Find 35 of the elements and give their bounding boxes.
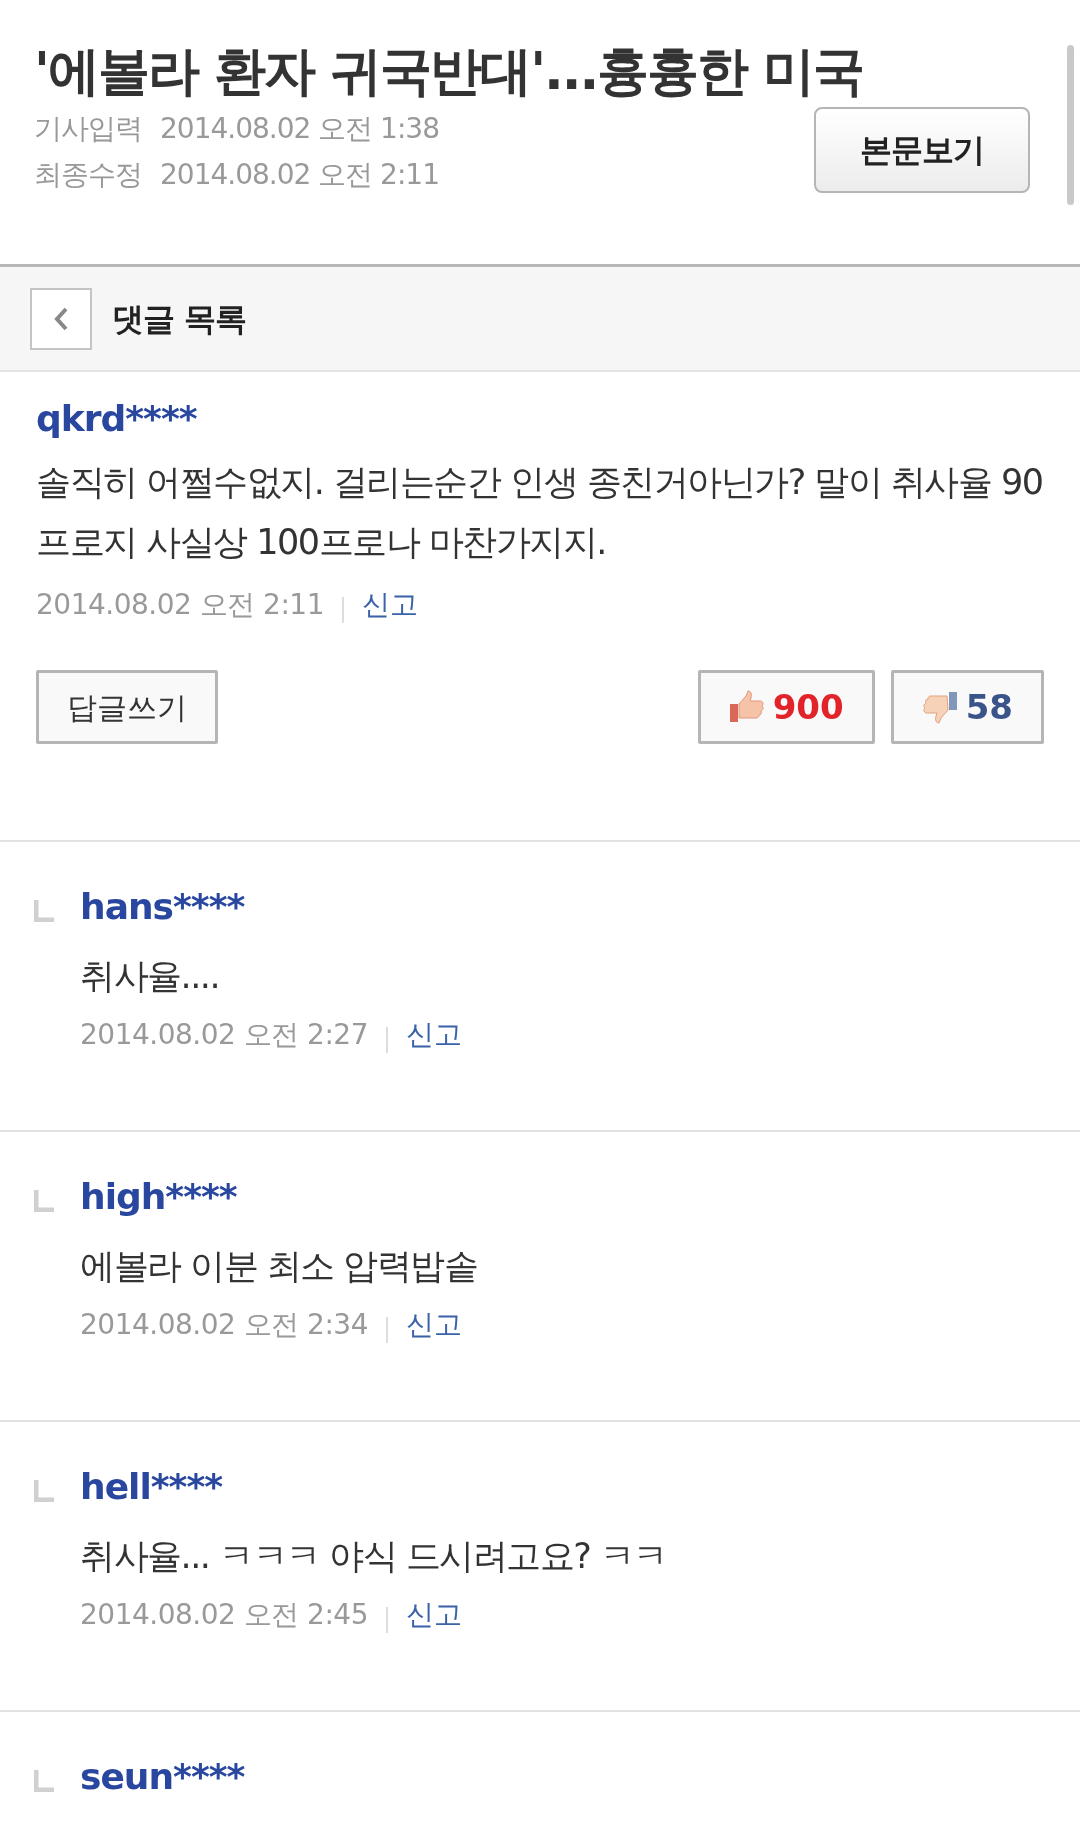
thumbs-down-icon [921,690,958,725]
comment-username: qkrd**** [36,397,198,441]
reply-indent-icon [34,1190,56,1212]
report-link[interactable]: 신고 [406,1308,462,1342]
chevron-left-icon [53,305,69,332]
reply-username: high**** [80,1175,238,1219]
reply-text: 취사율... ㅋㅋㅋ 야식 드시려고요? ㅋㅋ [80,1535,667,1579]
comment-date: 2014.08.02 오전 2:27 [80,1018,368,1052]
dislike-button[interactable]: 58 [890,670,1044,745]
reply-indent-icon [34,900,56,922]
meta-label: 최종수정 [34,158,142,192]
comment-date: 2014.08.02 오전 2:34 [80,1308,368,1342]
meta-date: 2014.08.02 오전 1:38 [160,112,439,146]
comment-date: 2014.08.02 오전 2:11 [36,588,324,622]
like-button[interactable]: 900 [697,670,875,745]
comment-date: 2014.08.02 오전 2:45 [80,1598,368,1632]
article-title: '에볼라 환자 귀국반대'...흉흉한 미국 [34,40,865,103]
reply-username: seun**** [80,1755,245,1799]
report-link[interactable]: 신고 [362,588,418,622]
reply-text: 취사율.... [80,955,220,999]
view-article-button[interactable]: 본문보기 [814,107,1030,194]
report-link[interactable]: 신고 [406,1018,462,1052]
meta-label: 기사입력 [34,112,142,146]
back-button[interactable] [30,287,92,350]
reply-button[interactable]: 답글쓰기 [36,670,218,745]
reply-username: hans**** [80,885,246,929]
comment-text: 솔직히 어쩔수없지. 걸리는순간 인생 종친거아닌가? 말이 취사율 90프로지 사실상 100프로나 마찬가지지. [36,461,1044,565]
report-link[interactable]: 신고 [406,1598,462,1632]
meta-date: 2014.08.02 오전 2:11 [160,158,439,192]
reply-text: 에볼라 이분 최소 압력밥솥 [80,1245,478,1289]
reply-indent-icon [34,1480,56,1502]
reply-indent-icon [34,1770,56,1792]
page-title: 댓글 목록 [112,298,247,340]
thumbs-up-icon [728,690,765,725]
reply-username: hell**** [80,1465,224,1509]
